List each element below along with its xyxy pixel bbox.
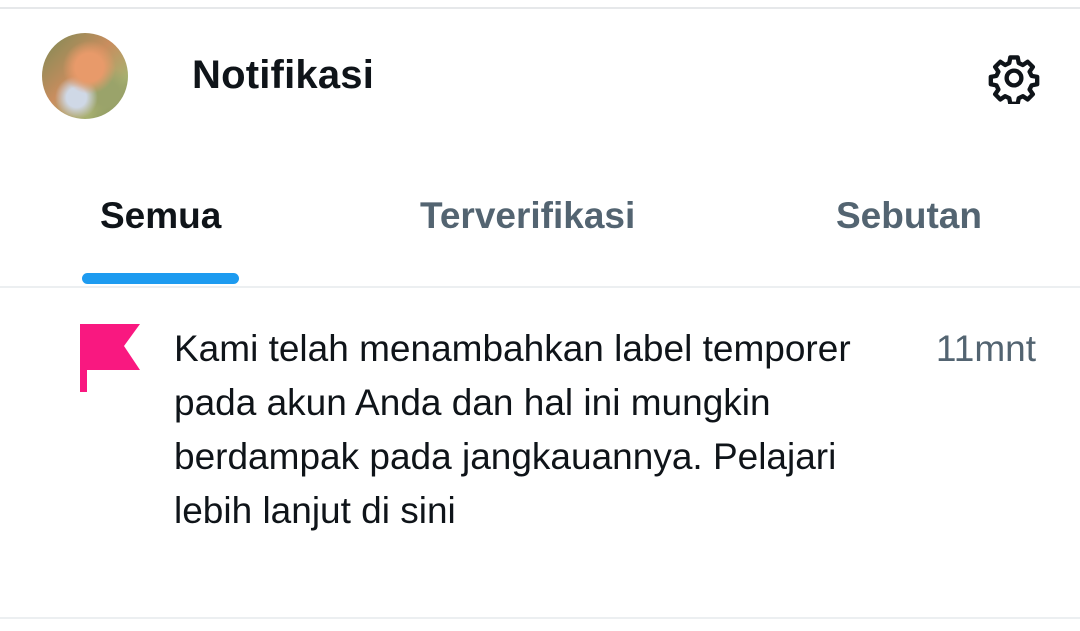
gear-icon[interactable] xyxy=(988,52,1040,106)
tab-sebutan[interactable]: Sebutan xyxy=(836,195,982,237)
tab-semua[interactable]: Semua xyxy=(100,195,221,237)
tab-bar: Semua Terverifikasi Sebutan xyxy=(0,145,1080,287)
notification-text[interactable]: Kami telah menambahkan label temporer pa… xyxy=(174,322,854,538)
notification-timestamp: 11mnt xyxy=(935,328,1036,369)
tab-terverifikasi[interactable]: Terverifikasi xyxy=(420,195,635,237)
bottom-divider xyxy=(0,617,1080,619)
header: Notifikasi xyxy=(0,9,1080,145)
flag-icon xyxy=(80,324,144,392)
avatar[interactable] xyxy=(42,33,128,119)
active-tab-indicator xyxy=(82,273,239,284)
page-title: Notifikasi xyxy=(192,53,375,97)
notification-item[interactable]: Kami telah menambahkan label temporer pa… xyxy=(0,288,1080,617)
